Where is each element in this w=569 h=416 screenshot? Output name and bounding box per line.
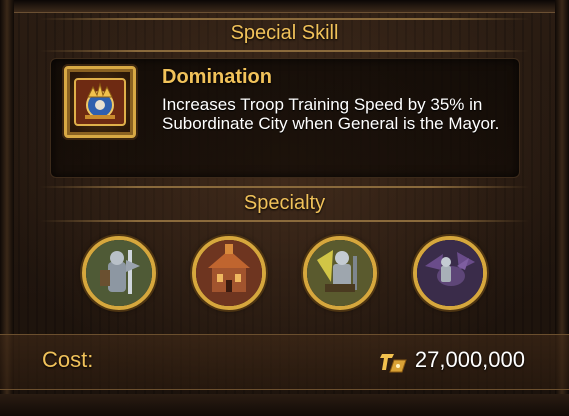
special-skill-title: Special Skill bbox=[230, 22, 339, 44]
skill-name: Domination bbox=[162, 66, 272, 88]
infantry-knight-icon[interactable] bbox=[82, 236, 156, 310]
cost-value: 27,000,000 bbox=[414, 347, 525, 372]
gold-currency-icon bbox=[380, 350, 408, 379]
dragon-rider-icon[interactable] bbox=[413, 236, 487, 310]
crown-book-icon[interactable] bbox=[64, 66, 136, 138]
skill-description: Increases Troop Training Speed by 35% in… bbox=[162, 95, 500, 133]
section-divider bbox=[40, 50, 529, 52]
top-border bbox=[0, 0, 569, 13]
cost-label: Cost: bbox=[42, 347, 94, 372]
section-divider bbox=[40, 220, 529, 222]
armored-soldier-icon[interactable] bbox=[303, 236, 377, 310]
section-divider bbox=[40, 18, 529, 20]
section-divider bbox=[40, 186, 529, 188]
specialty-list bbox=[0, 236, 569, 316]
city-building-icon[interactable] bbox=[192, 236, 266, 310]
bottom-border bbox=[0, 394, 569, 416]
specialty-title: Specialty bbox=[243, 192, 326, 214]
cost-bar: Cost: 27,000,000 bbox=[0, 334, 569, 390]
